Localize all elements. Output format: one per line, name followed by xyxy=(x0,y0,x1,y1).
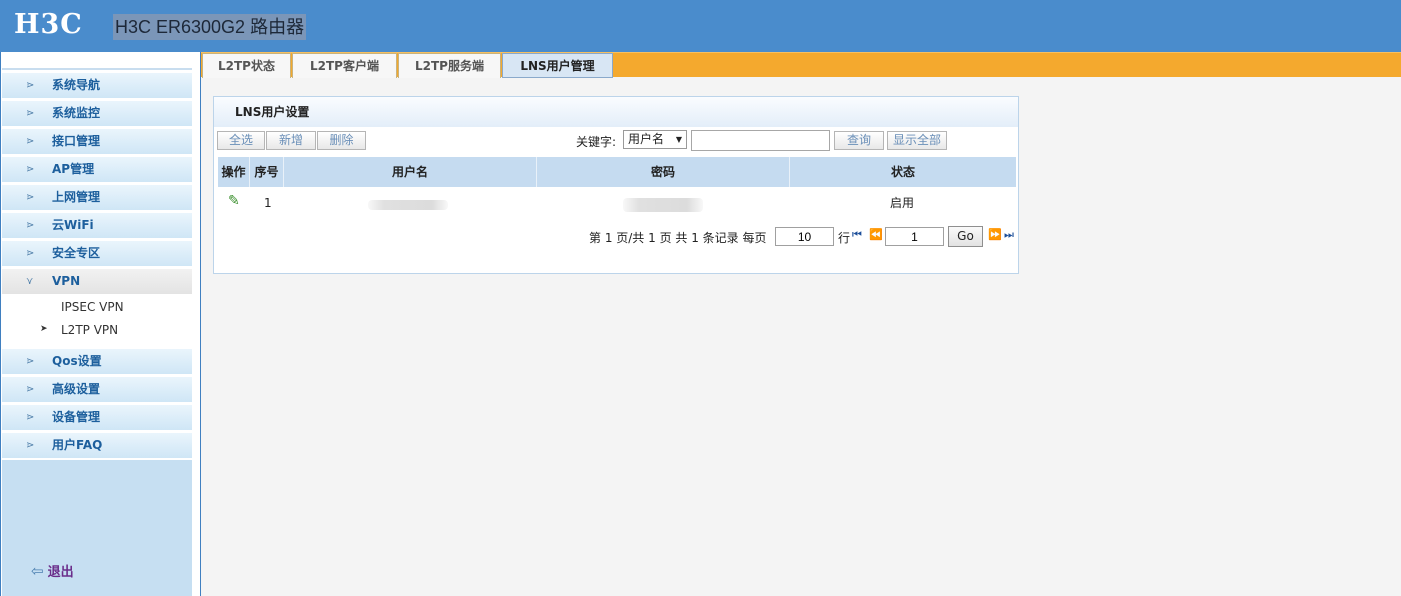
keyword-field-value: 用户名 xyxy=(628,132,665,146)
chevron-right-icon: ⋗ xyxy=(26,384,35,395)
sidebar-item-qos[interactable]: ⋗ Qos设置 xyxy=(2,349,192,374)
lns-user-panel: LNS用户设置 全选 新增 删除 关键字: 用户名 ▼ 查询 显示全部 操作 序号… xyxy=(213,96,1019,274)
chevron-right-icon: ⋗ xyxy=(26,356,35,367)
rows-label: 行 xyxy=(838,231,851,245)
tab-l2tp-server[interactable]: L2TP服务端 xyxy=(398,53,501,78)
chevron-right-icon: ⋗ xyxy=(26,412,35,423)
sidebar-item-label: AP管理 xyxy=(52,162,95,176)
sidebar-item-cloud-wifi[interactable]: ⋗ 云WiFi xyxy=(2,213,192,238)
prev-page-icon[interactable]: ⏪ xyxy=(869,228,883,241)
chevron-right-icon: ⋗ xyxy=(26,136,35,147)
sidebar-item-label: 系统导航 xyxy=(52,78,101,92)
first-page-icon[interactable]: ⏮ xyxy=(852,228,862,242)
sidebar-item-label: Qos设置 xyxy=(52,354,102,368)
column-header-status: 状态 xyxy=(890,165,915,179)
sidebar-subitem-l2tp-vpn[interactable]: ➤ L2TP VPN xyxy=(40,323,119,337)
sidebar-item-system-monitor[interactable]: ⋗ 系统监控 xyxy=(2,101,192,126)
keyword-input[interactable] xyxy=(691,130,830,151)
sidebar-item-label: 系统监控 xyxy=(52,106,101,120)
row-index: 1 xyxy=(264,196,272,210)
chevron-right-icon: ⋗ xyxy=(26,220,35,231)
delete-button[interactable]: 删除 xyxy=(317,131,366,150)
password-redacted xyxy=(623,198,703,212)
edit-pencil-icon[interactable]: ✎ xyxy=(228,193,240,209)
sidebar-item-device[interactable]: ⋗ 设备管理 xyxy=(2,405,192,430)
go-button[interactable]: Go xyxy=(948,226,983,247)
sidebar: ⋗ 系统导航 ⋗ 系统监控 ⋗ 接口管理 ⋗ AP管理 ⋗ 上网管理 ⋗ 云WiFi ⋗ 安全… xyxy=(0,52,201,596)
tab-bar: L2TP状态 L2TP客户端 L2TP服务端 LNS用户管理 xyxy=(201,52,1401,78)
logout-label: 退出 xyxy=(47,565,74,580)
sidebar-item-internet[interactable]: ⋗ 上网管理 xyxy=(2,185,192,210)
tab-lns-user-management[interactable]: LNS用户管理 xyxy=(502,53,613,78)
next-page-icon[interactable]: ⏩ xyxy=(988,228,1002,241)
sidebar-item-security[interactable]: ⋗ 安全专区 xyxy=(2,241,192,266)
table-row: ✎ 1 启用 xyxy=(218,187,1016,219)
sidebar-item-vpn[interactable]: ⋎ VPN xyxy=(2,269,192,294)
dropdown-arrow-icon: ▼ xyxy=(675,135,682,144)
tab-l2tp-status[interactable]: L2TP状态 xyxy=(202,53,291,78)
sidebar-item-system-nav[interactable]: ⋗ 系统导航 xyxy=(2,73,192,98)
sidebar-item-ap[interactable]: ⋗ AP管理 xyxy=(2,157,192,182)
keyword-field-select[interactable]: 用户名 ▼ xyxy=(623,130,687,149)
sidebar-subitem-label: IPSEC VPN xyxy=(61,300,124,314)
chevron-right-icon: ➤ xyxy=(40,324,48,334)
sidebar-item-label: VPN xyxy=(52,274,81,288)
row-status: 启用 xyxy=(890,196,915,210)
sidebar-item-label: 设备管理 xyxy=(52,410,101,424)
sidebar-item-label: 接口管理 xyxy=(52,134,101,148)
show-all-button[interactable]: 显示全部 xyxy=(887,131,947,150)
table-header: 操作 序号 用户名 密码 状态 xyxy=(218,157,1016,187)
chevron-right-icon: ⋗ xyxy=(26,108,35,119)
page-number-input[interactable] xyxy=(885,227,944,246)
chevron-right-icon: ⋗ xyxy=(26,80,35,91)
sidebar-item-label: 安全专区 xyxy=(52,246,101,260)
sidebar-item-advanced[interactable]: ⋗ 高级设置 xyxy=(2,377,192,402)
header-bar: H3C H3C ER6300G2 路由器 xyxy=(0,0,1401,52)
sidebar-item-label: 云WiFi xyxy=(52,218,94,232)
column-header-action: 操作 xyxy=(218,157,250,187)
chevron-right-icon: ⋗ xyxy=(26,440,35,451)
chevron-right-icon: ⋗ xyxy=(26,164,35,175)
sidebar-top-rule xyxy=(2,68,192,70)
last-page-icon[interactable]: ⏭ xyxy=(1004,228,1014,242)
query-button[interactable]: 查询 xyxy=(834,131,884,150)
select-all-button[interactable]: 全选 xyxy=(217,131,265,150)
logout-icon: ⇦ xyxy=(31,562,44,580)
username-redacted xyxy=(368,200,448,210)
sidebar-subitem-ipsec-vpn[interactable]: IPSEC VPN xyxy=(61,300,124,314)
chevron-right-icon: ⋗ xyxy=(26,192,35,203)
sidebar-item-label: 用户FAQ xyxy=(52,438,103,452)
keyword-label: 关键字: xyxy=(576,135,617,149)
column-header-index: 序号 xyxy=(250,157,284,187)
h3c-logo: H3C xyxy=(14,9,83,40)
column-header-username: 用户名 xyxy=(284,157,537,187)
tab-l2tp-client[interactable]: L2TP客户端 xyxy=(292,53,397,78)
sidebar-item-label: 上网管理 xyxy=(52,190,101,204)
add-button[interactable]: 新增 xyxy=(266,131,316,150)
sidebar-subitem-label: L2TP VPN xyxy=(61,323,119,337)
sidebar-item-label: 高级设置 xyxy=(52,382,101,396)
column-header-password: 密码 xyxy=(537,157,790,187)
chevron-right-icon: ⋗ xyxy=(26,248,35,259)
device-title: H3C ER6300G2 路由器 xyxy=(113,14,307,40)
sidebar-item-faq[interactable]: ⋗ 用户FAQ xyxy=(2,433,192,458)
sidebar-item-interface[interactable]: ⋗ 接口管理 xyxy=(2,129,192,154)
panel-title: LNS用户设置 xyxy=(214,97,1018,127)
chevron-down-icon: ⋎ xyxy=(26,276,34,287)
logout-link[interactable]: ⇦ 退出 xyxy=(31,561,74,580)
pagination-summary: 第 1 页/共 1 页 共 1 条记录 每页 xyxy=(589,231,767,245)
page-size-input[interactable] xyxy=(775,227,834,246)
